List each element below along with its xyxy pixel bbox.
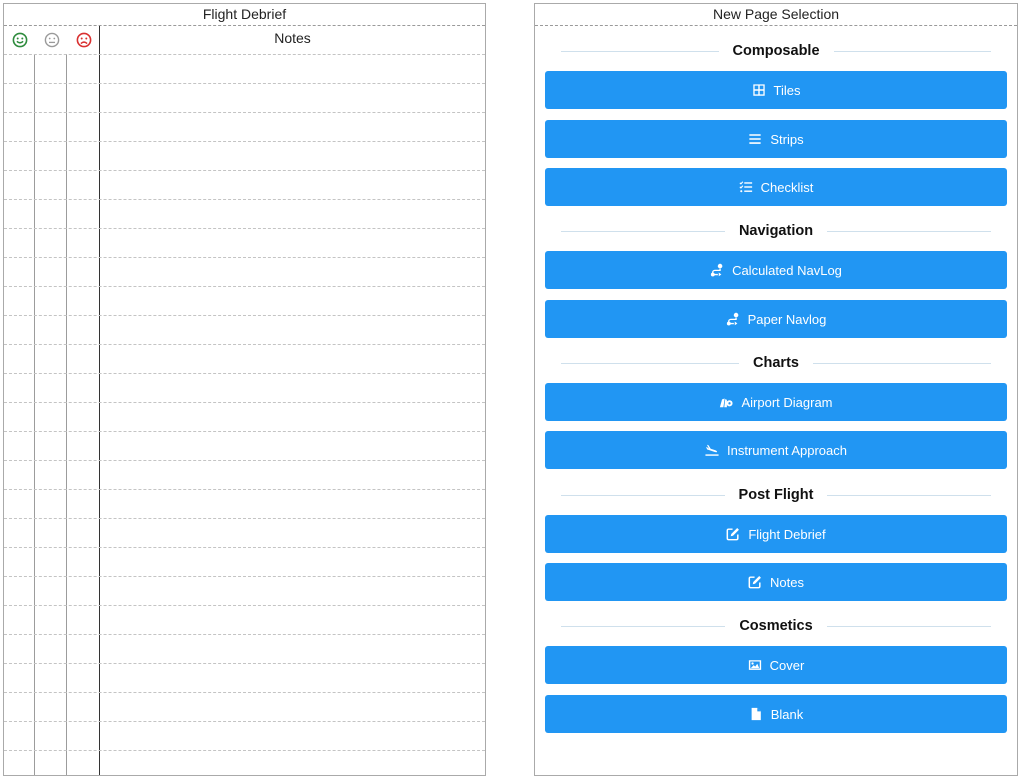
section-header-cosmetics: Cosmetics bbox=[561, 616, 991, 636]
section-label: Cosmetics bbox=[739, 618, 813, 634]
section-divider bbox=[561, 362, 740, 364]
button-label: Strips bbox=[770, 131, 804, 147]
section-divider bbox=[827, 230, 991, 232]
ruled-line bbox=[4, 518, 485, 519]
ruled-line bbox=[4, 750, 485, 751]
calculated-navlog-button[interactable]: Calculated NavLog bbox=[545, 251, 1007, 289]
notes-header: Notes bbox=[274, 30, 311, 46]
edit-icon bbox=[748, 575, 762, 589]
button-label: Calculated NavLog bbox=[732, 262, 842, 278]
section-divider bbox=[561, 230, 725, 232]
section-label: Post Flight bbox=[738, 487, 814, 503]
ruled-line bbox=[4, 576, 485, 577]
new-page-selection-panel: New Page Selection Composable Tiles Strips… bbox=[534, 3, 1018, 776]
section-divider bbox=[812, 362, 991, 364]
button-label: Flight Debrief bbox=[748, 526, 826, 542]
section-header-navigation: Navigation bbox=[561, 221, 991, 241]
button-label: Instrument Approach bbox=[727, 442, 847, 458]
ruled-line bbox=[4, 663, 485, 664]
button-label: Paper Navlog bbox=[747, 311, 827, 327]
sad-face-icon bbox=[68, 26, 100, 54]
ruled-line bbox=[4, 199, 485, 200]
ruled-line bbox=[4, 286, 485, 287]
checklist-icon bbox=[739, 180, 753, 194]
button-label: Cover bbox=[769, 657, 805, 673]
map-location-icon bbox=[719, 395, 734, 409]
button-label: Airport Diagram bbox=[741, 394, 833, 410]
button-label: Tiles bbox=[773, 82, 801, 98]
flight-debrief-page: Flight Debrief Notes bbox=[3, 3, 486, 776]
section-label: Composable bbox=[732, 43, 820, 59]
happy-face-icon bbox=[4, 26, 36, 54]
section-divider bbox=[561, 50, 719, 52]
checklist-button[interactable]: Checklist bbox=[545, 168, 1007, 206]
ruled-line bbox=[4, 431, 485, 432]
ruled-line bbox=[4, 402, 485, 403]
blank-button[interactable]: Blank bbox=[545, 695, 1007, 733]
section-divider bbox=[827, 494, 992, 496]
section-label: Navigation bbox=[738, 223, 814, 239]
ruled-line bbox=[4, 315, 485, 316]
column-divider bbox=[34, 54, 35, 775]
route-icon bbox=[710, 263, 724, 277]
button-label: Blank bbox=[770, 706, 804, 722]
notes-button[interactable]: Notes bbox=[545, 563, 1007, 601]
grid-icon bbox=[752, 83, 766, 97]
ruled-line bbox=[4, 460, 485, 461]
airport-diagram-button[interactable]: Airport Diagram bbox=[545, 383, 1007, 421]
ruled-line bbox=[4, 83, 485, 84]
ruled-line bbox=[4, 489, 485, 490]
ruled-line bbox=[4, 257, 485, 258]
ruled-line bbox=[4, 170, 485, 171]
ruled-line bbox=[4, 721, 485, 722]
section-header-composable: Composable bbox=[561, 41, 992, 61]
edit-icon bbox=[726, 527, 740, 541]
tiles-button[interactable]: Tiles bbox=[545, 71, 1007, 109]
ruled-line bbox=[4, 228, 485, 229]
ruled-line bbox=[4, 692, 485, 693]
button-label: Notes bbox=[770, 574, 804, 590]
ruled-line bbox=[4, 605, 485, 606]
button-label: Checklist bbox=[760, 179, 814, 195]
debrief-grid: Notes bbox=[4, 26, 485, 775]
strips-button[interactable]: Strips bbox=[545, 120, 1007, 158]
section-header-charts: Charts bbox=[561, 353, 991, 373]
flight-debrief-button[interactable]: Flight Debrief bbox=[545, 515, 1007, 553]
section-label: Charts bbox=[753, 355, 799, 371]
instrument-approach-button[interactable]: Instrument Approach bbox=[545, 431, 1007, 469]
list-icon bbox=[748, 132, 762, 146]
section-divider bbox=[826, 625, 991, 627]
ruled-line bbox=[4, 344, 485, 345]
section-divider bbox=[833, 50, 992, 52]
ruled-line bbox=[4, 112, 485, 113]
ruled-line bbox=[4, 373, 485, 374]
section-divider bbox=[561, 494, 725, 496]
file-icon bbox=[749, 707, 763, 721]
section-divider bbox=[561, 625, 726, 627]
section-header-post-flight: Post Flight bbox=[561, 485, 992, 505]
ruled-line bbox=[4, 634, 485, 635]
selection-title: New Page Selection bbox=[535, 4, 1017, 26]
image-icon bbox=[748, 658, 762, 672]
cover-button[interactable]: Cover bbox=[545, 646, 1007, 684]
ruled-line bbox=[4, 547, 485, 548]
debrief-title: Flight Debrief bbox=[4, 4, 485, 26]
column-divider bbox=[66, 54, 67, 775]
neutral-face-icon bbox=[36, 26, 68, 54]
plane-landing-icon bbox=[705, 443, 719, 457]
ruled-line bbox=[4, 141, 485, 142]
ruled-line bbox=[4, 54, 485, 55]
route-icon bbox=[726, 312, 740, 326]
paper-navlog-button[interactable]: Paper Navlog bbox=[545, 300, 1007, 338]
